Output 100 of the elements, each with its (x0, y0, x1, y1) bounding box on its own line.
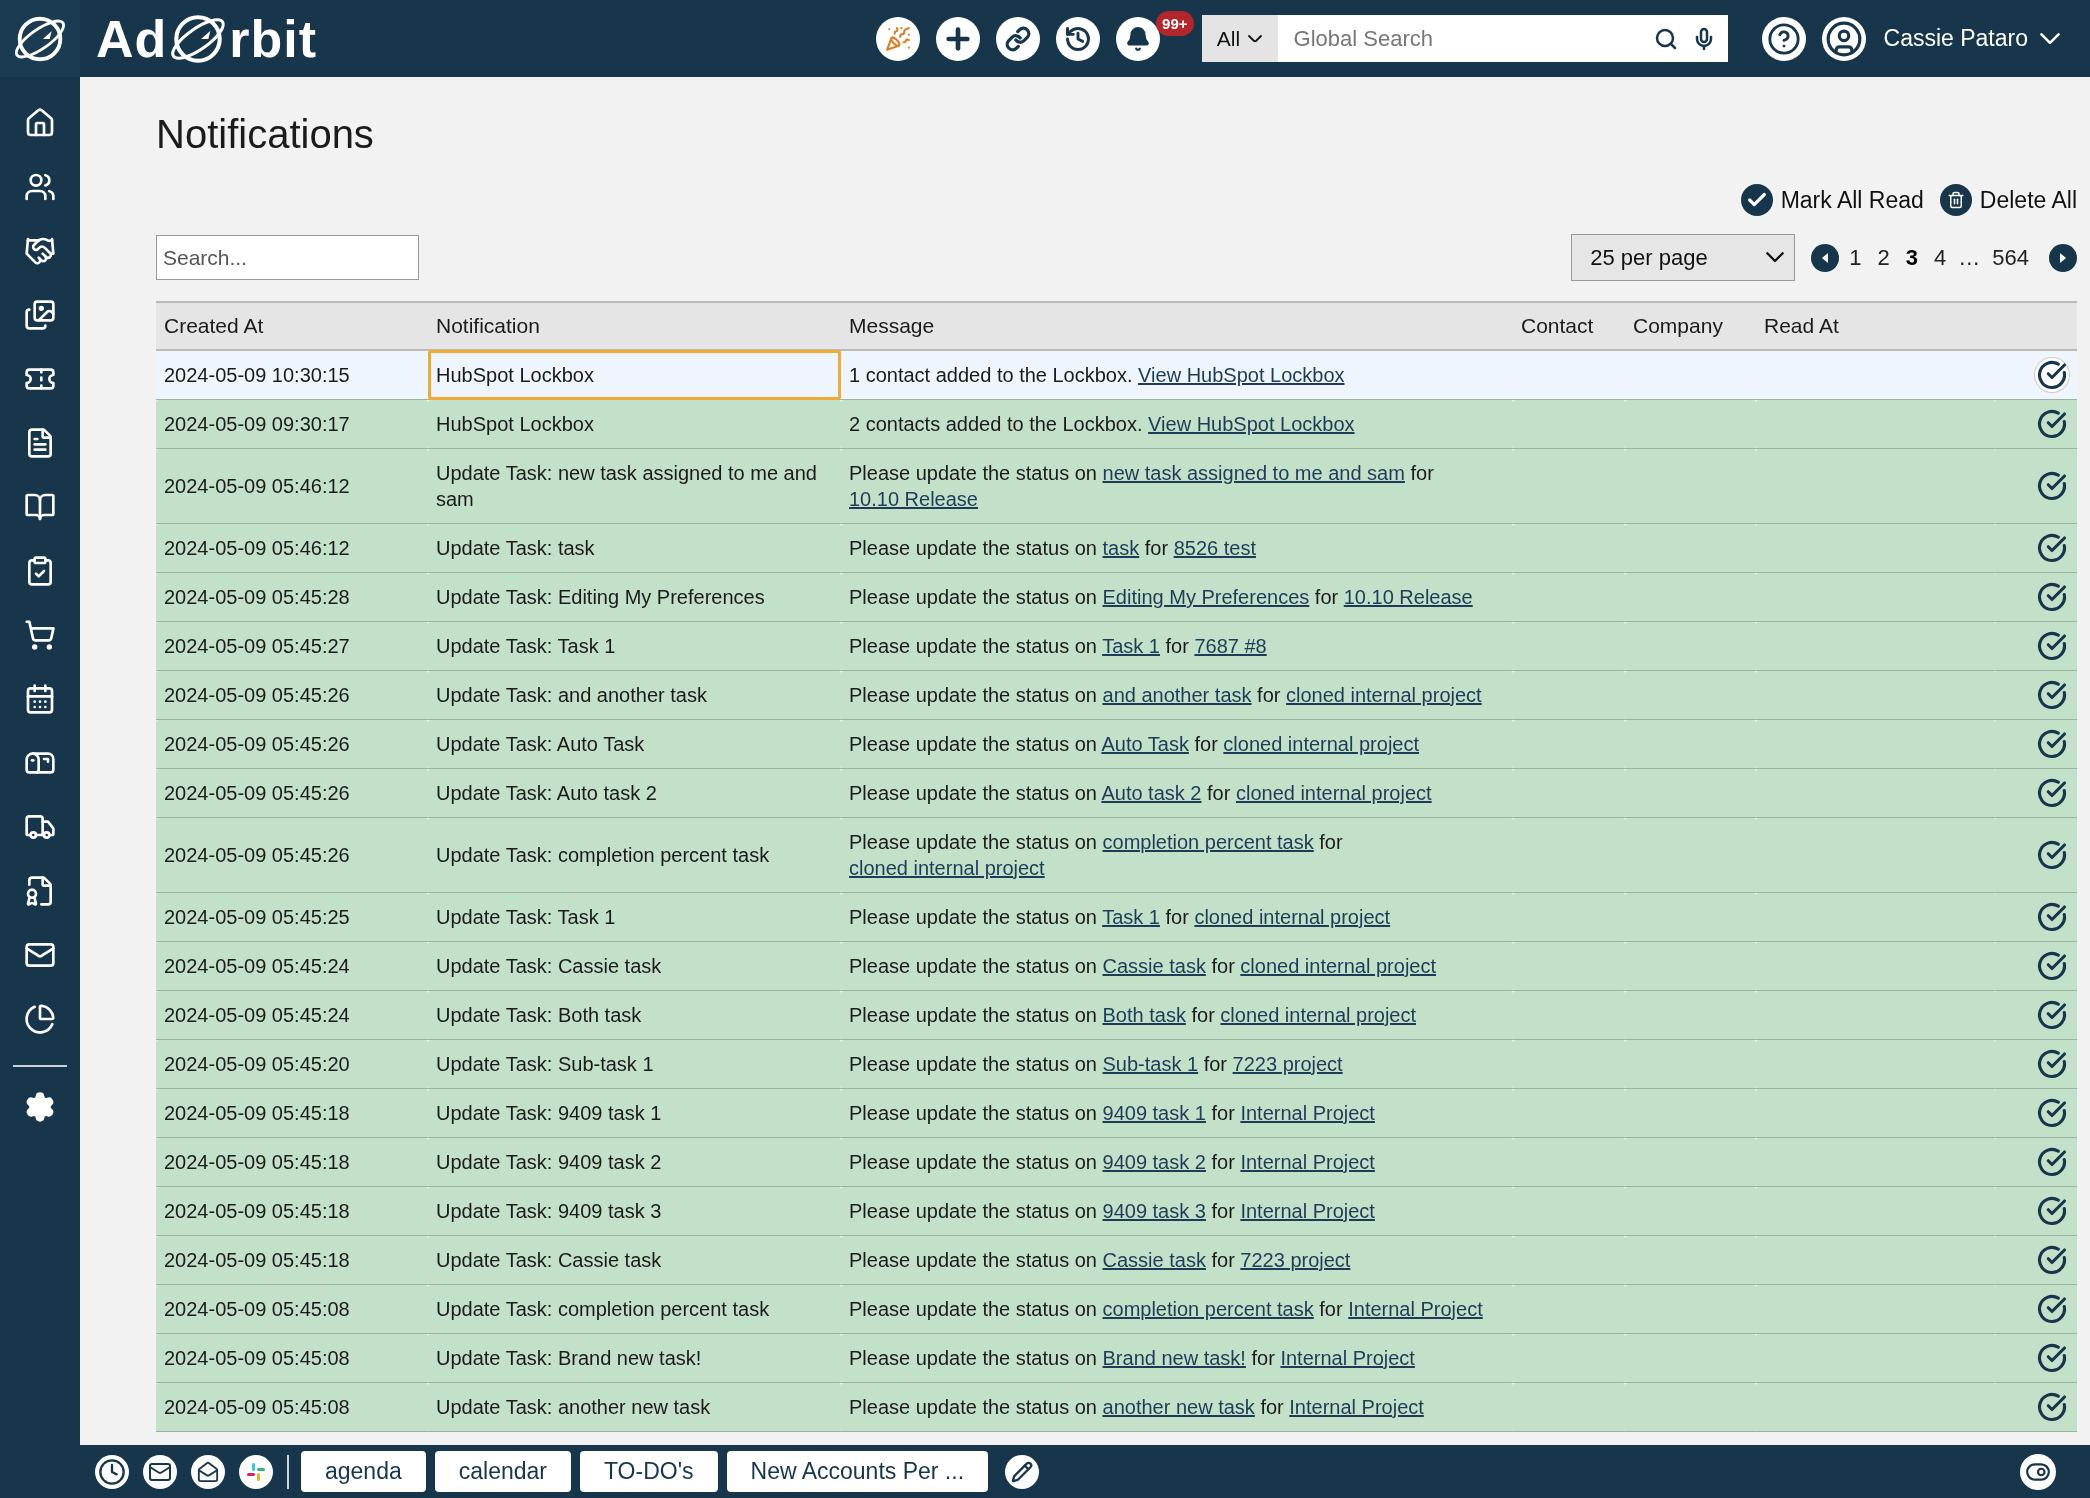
column-header[interactable]: Message (849, 314, 935, 337)
message-link[interactable]: Task 1 (1102, 906, 1160, 928)
message-link[interactable]: Internal Project (1240, 1102, 1375, 1124)
clock-button[interactable] (95, 1454, 129, 1489)
message-link[interactable]: Cassie task (1102, 1249, 1206, 1271)
message-link[interactable]: another new task (1102, 1396, 1255, 1418)
message-link[interactable]: View HubSpot Lockbox (1148, 413, 1355, 435)
notification-row[interactable]: 2024-05-09 05:45:26 Update Task: Auto Task Please update the status on Auto Task for cloned internal project (156, 719, 2077, 769)
open-mail-button[interactable] (191, 1454, 225, 1489)
message-link[interactable]: 10.10 Release (849, 488, 978, 510)
column-header[interactable]: Notification (436, 314, 540, 337)
mark-read-button[interactable] (2035, 358, 2069, 392)
quick-tab[interactable]: TO-DO's (580, 1451, 718, 1492)
message-link[interactable]: cloned internal project (1235, 782, 1432, 804)
message-link[interactable]: Internal Project (1289, 1396, 1424, 1418)
mark-read-button[interactable] (2035, 407, 2069, 441)
page-button[interactable]: 4 (1928, 244, 1953, 271)
notifications-button[interactable] (1115, 16, 1160, 61)
message-link[interactable]: completion percent task (1102, 831, 1314, 853)
message-link[interactable]: Brand new task! (1102, 1347, 1246, 1369)
previous-page-button[interactable] (1811, 243, 1840, 272)
quick-tab[interactable]: calendar (434, 1451, 571, 1492)
notification-row[interactable]: 2024-05-09 05:45:26 Update Task: and another task Please update the status on and another task for cloned internal project (156, 670, 2077, 720)
notification-row[interactable]: 2024-05-09 05:45:18 Update Task: 9409 task 1 Please update the status on 9409 task 1 for Internal Project (156, 1088, 2077, 1138)
message-link[interactable]: cloned internal project (1194, 906, 1391, 928)
notification-row[interactable]: 2024-05-09 05:45:25 Update Task: Task 1 Please update the status on Task 1 for cloned internal project (156, 892, 2077, 942)
message-link[interactable]: cloned internal project (849, 857, 1045, 879)
search-icon[interactable] (1653, 26, 1678, 51)
notification-row[interactable]: 2024-05-09 05:45:18 Update Task: 9409 task 2 Please update the status on 9409 task 2 for Internal Project (156, 1137, 2077, 1187)
notification-row[interactable]: 2024-05-09 05:45:27 Update Task: Task 1 Please update the status on Task 1 for 7687 #8 (156, 621, 2077, 671)
message-link[interactable]: Both task (1102, 1004, 1186, 1026)
next-page-button[interactable] (2049, 243, 2077, 272)
mark-all-read-button[interactable]: Mark All Read (1740, 184, 1924, 216)
mark-read-button[interactable] (2035, 1390, 2069, 1424)
mark-read-button[interactable] (2035, 1243, 2069, 1277)
message-link[interactable]: new task assigned to me and sam (1102, 462, 1405, 484)
message-link[interactable]: 9409 task 2 (1102, 1151, 1206, 1173)
mark-read-button[interactable] (2035, 629, 2069, 663)
message-link[interactable]: completion percent task (1102, 1298, 1314, 1320)
mark-read-button[interactable] (2035, 727, 2069, 761)
message-link[interactable]: Internal Project (1240, 1151, 1375, 1173)
message-link[interactable]: cloned internal project (1220, 1004, 1417, 1026)
message-link[interactable]: 9409 task 1 (1102, 1102, 1206, 1124)
message-link[interactable]: Internal Project (1240, 1200, 1375, 1222)
notification-row[interactable]: 2024-05-09 05:45:24 Update Task: Cassie task Please update the status on Cassie task for cloned internal project (156, 941, 2077, 991)
notification-row[interactable]: 2024-05-09 05:45:24 Update Task: Both task Please update the status on Both task for cloned internal project (156, 990, 2077, 1040)
column-header[interactable]: Created At (164, 314, 264, 337)
hash-button[interactable] (239, 1454, 273, 1489)
mark-read-button[interactable] (2035, 998, 2069, 1032)
message-link[interactable]: 9409 task 3 (1102, 1200, 1206, 1222)
notification-row[interactable]: 2024-05-09 05:45:26 Update Task: completion percent task Please update the status on completion percent task for cloned internal project (156, 817, 2077, 893)
notification-row[interactable]: 2024-05-09 05:45:20 Update Task: Sub-task 1 Please update the status on Sub-task 1 for 7223 project (156, 1039, 2077, 1089)
message-link[interactable]: task (1102, 537, 1140, 559)
mark-read-button[interactable] (2035, 678, 2069, 712)
edit-button[interactable] (1005, 1454, 1040, 1489)
per-page-dropdown[interactable]: 25 per page (1571, 234, 1796, 281)
message-link[interactable]: Internal Project (1280, 1347, 1415, 1369)
page-button[interactable]: 2 (1871, 244, 1896, 271)
message-link[interactable]: 10.10 Release (1343, 586, 1473, 608)
message-link[interactable]: Task 1 (1102, 635, 1160, 657)
column-header[interactable]: Read At (1764, 314, 1839, 337)
delete-all-button[interactable]: Delete All (1939, 184, 2077, 216)
scope-dropdown[interactable]: All (1201, 15, 1278, 62)
mark-read-button[interactable] (2035, 469, 2069, 503)
mark-read-button[interactable] (2035, 1194, 2069, 1228)
message-link[interactable]: View HubSpot Lockbox (1138, 364, 1345, 386)
toggle-button[interactable] (2020, 1453, 2056, 1490)
page-button[interactable]: 564 (1986, 244, 2035, 271)
mark-read-button[interactable] (2035, 1047, 2069, 1081)
message-link[interactable]: Cassie task (1102, 955, 1206, 977)
notification-row[interactable]: 2024-05-09 09:30:17 HubSpot Lockbox 2 contacts added to the Lockbox. View HubSpot Lockbox (156, 399, 2077, 449)
message-link[interactable]: and another task (1102, 684, 1252, 706)
mark-read-button[interactable] (2035, 531, 2069, 565)
mail-button[interactable] (143, 1454, 177, 1489)
message-link[interactable]: 8526 test (1173, 537, 1256, 559)
notification-row[interactable]: 2024-05-09 05:45:26 Update Task: Auto task 2 Please update the status on Auto task 2 for cloned internal project (156, 768, 2077, 818)
notification-row[interactable]: 2024-05-09 05:45:08 Update Task: another new task Please update the status on another new task for Internal Project (156, 1382, 2077, 1432)
notification-row[interactable]: 2024-05-09 05:46:12 Update Task: task Please update the status on task for 8526 test (156, 523, 2077, 573)
global-search-box[interactable]: Global Search (1277, 15, 1728, 62)
mark-read-button[interactable] (2035, 776, 2069, 810)
mark-read-button[interactable] (2035, 949, 2069, 983)
message-link[interactable]: Internal Project (1348, 1298, 1483, 1320)
mark-read-button[interactable] (2035, 838, 2069, 872)
quick-tab[interactable]: agenda (301, 1451, 426, 1492)
notification-row[interactable]: 2024-05-09 05:45:08 Update Task: completion percent task Please update the status on completion percent task for Internal Project (156, 1284, 2077, 1334)
message-link[interactable]: 7687 #8 (1194, 635, 1267, 657)
message-link[interactable]: 7223 project (1240, 1249, 1351, 1271)
user-name[interactable]: Cassie Pataro (1883, 25, 2028, 52)
notification-row[interactable]: 2024-05-09 05:45:18 Update Task: Cassie task Please update the status on Cassie task for 7223 project (156, 1235, 2077, 1285)
mark-read-button[interactable] (2035, 900, 2069, 934)
message-link[interactable]: cloned internal project (1240, 955, 1437, 977)
notification-row[interactable]: 2024-05-09 05:46:12 Update Task: new task assigned to me and sam Please update the status on new task assigned to me and sam for 10.10 Release (156, 448, 2077, 524)
message-link[interactable]: Auto task 2 (1101, 782, 1202, 804)
quick-tab[interactable]: New Accounts Per ... (726, 1451, 989, 1492)
search-field[interactable]: Search... (156, 235, 419, 280)
message-link[interactable]: Editing My Preferences (1102, 586, 1310, 608)
notification-row[interactable]: 2024-05-09 10:30:15 HubSpot Lockbox 1 contact added to the Lockbox. View HubSpot Lockbox (156, 350, 2077, 400)
message-link[interactable]: 7223 project (1232, 1053, 1343, 1075)
mark-read-button[interactable] (2035, 1096, 2069, 1130)
mark-read-button[interactable] (2035, 1292, 2069, 1326)
